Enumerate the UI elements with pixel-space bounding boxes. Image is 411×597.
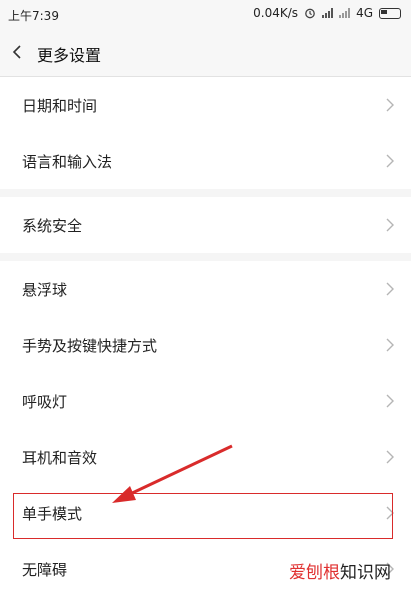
settings-item-label: 日期和时间 (22, 96, 98, 115)
settings-item-floating-ball[interactable]: 悬浮球 (0, 261, 411, 317)
back-arrow-icon[interactable] (8, 41, 28, 63)
chevron-right-icon (386, 450, 394, 464)
status-indicators: 0.04K/s 4G (253, 6, 401, 20)
settings-group-1: 日期和时间 语言和输入法 (0, 77, 411, 189)
chevron-right-icon (386, 394, 394, 408)
chevron-right-icon (386, 218, 394, 232)
chevron-right-icon (386, 98, 394, 112)
signal-icon (322, 8, 334, 18)
status-time: 上午7:39 (8, 9, 59, 23)
settings-item-breathing-light[interactable]: 呼吸灯 (0, 373, 411, 429)
settings-item-label: 悬浮球 (22, 280, 68, 299)
settings-item-label: 单手模式 (22, 504, 83, 523)
settings-item-one-hand-mode[interactable]: 单手模式 (0, 485, 411, 541)
settings-item-label: 系统安全 (22, 216, 83, 235)
settings-item-label: 呼吸灯 (22, 392, 68, 411)
settings-group-2: 系统安全 (0, 197, 411, 253)
settings-item-label: 耳机和音效 (22, 448, 98, 467)
settings-item-label: 无障碍 (22, 560, 68, 579)
settings-item-label: 语言和输入法 (22, 152, 113, 171)
status-bar: 上午7:39 0.04K/s 4G (0, 0, 411, 28)
signal-icon-2 (339, 8, 351, 18)
settings-item-headphones-sound[interactable]: 耳机和音效 (0, 429, 411, 485)
net-speed: 0.04K/s (253, 6, 299, 20)
title-bar: 更多设置 (0, 28, 411, 77)
chevron-right-icon (386, 338, 394, 352)
settings-item-date-time[interactable]: 日期和时间 (0, 77, 411, 133)
chevron-right-icon (386, 154, 394, 168)
settings-item-system-security[interactable]: 系统安全 (0, 197, 411, 253)
chevron-right-icon (386, 282, 394, 296)
alarm-icon (305, 8, 315, 19)
network-type: 4G (356, 6, 373, 20)
chevron-right-icon (386, 506, 394, 520)
battery-icon (379, 7, 401, 19)
settings-item-label: 手势及按键快捷方式 (22, 336, 158, 355)
chevron-right-icon (386, 562, 394, 576)
settings-group-3: 悬浮球 手势及按键快捷方式 呼吸灯 耳机和音效 单手模式 无障碍 (0, 261, 411, 597)
page-title: 更多设置 (37, 46, 102, 65)
settings-item-gesture-shortcuts[interactable]: 手势及按键快捷方式 (0, 317, 411, 373)
settings-item-language-input[interactable]: 语言和输入法 (0, 133, 411, 189)
